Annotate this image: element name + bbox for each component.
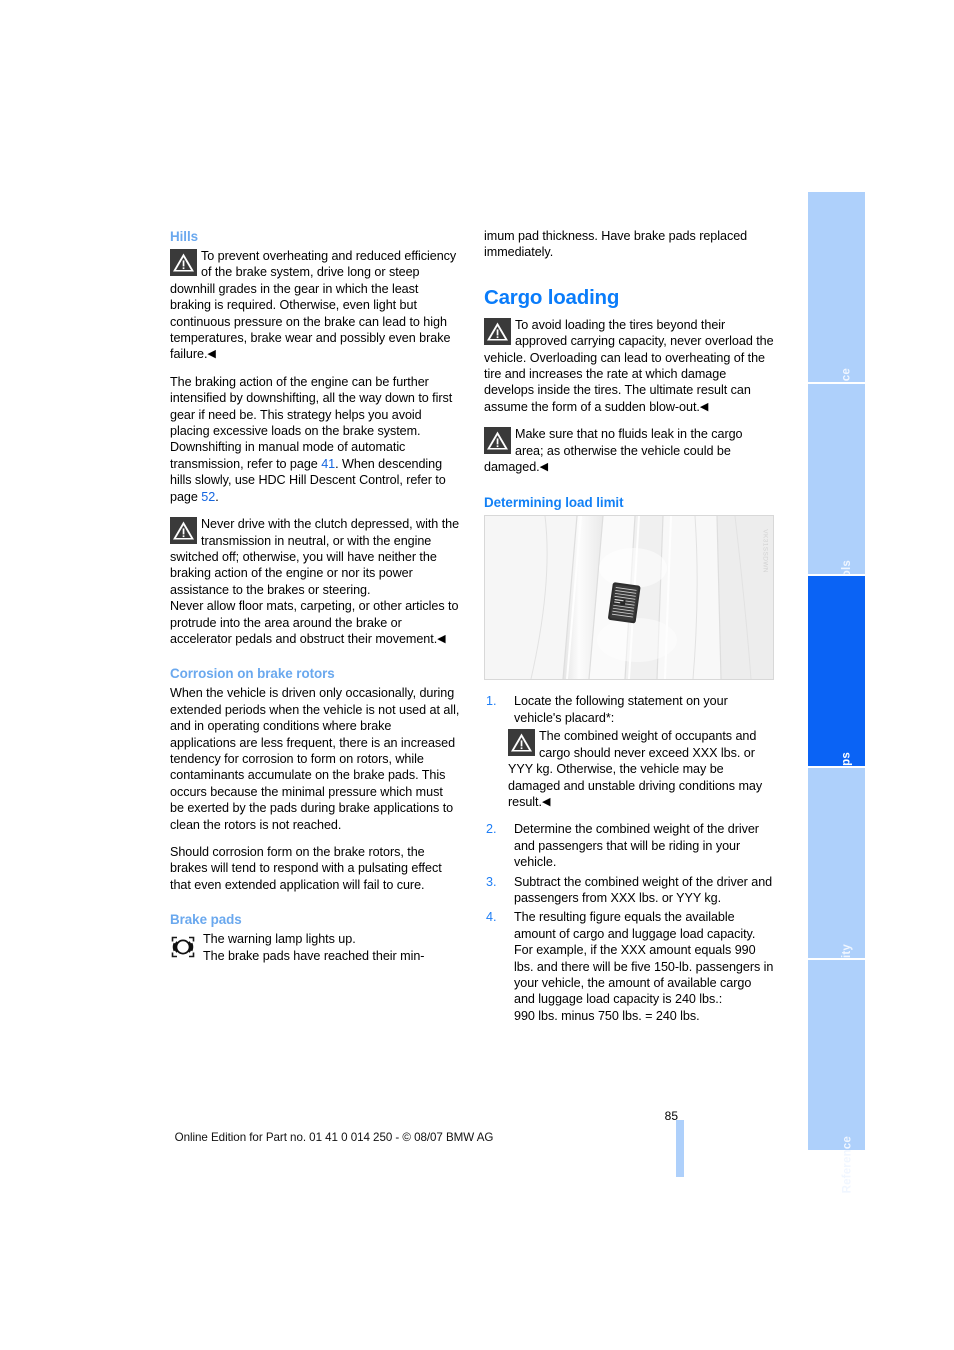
warning-triangle-icon — [484, 317, 511, 345]
thumb-index-tabs: At a glance Controls Driving tips Mobili… — [808, 192, 865, 1193]
manual-page: Hills To prevent overheating and reduced… — [0, 0, 954, 1350]
heading-cargo-loading: Cargo loading — [484, 285, 620, 309]
step-text: Determine the combined weight of the dri… — [514, 822, 759, 870]
hills-warning-text: To prevent overheating and reduced effic… — [170, 249, 457, 362]
step-text: Locate the following statement on your v… — [514, 694, 728, 725]
heading-determining-load-limit: Determining load limit — [484, 495, 624, 511]
warning-note-hills: To prevent overheating and reduced effic… — [170, 248, 460, 363]
heading-brake-pads: Brake pads — [170, 912, 242, 928]
step-text-secondary: 990 lbs. minus 750 lbs. = 240 lbs. — [514, 1008, 700, 1023]
figure-image — [484, 515, 774, 681]
warning-note-clutch: Never drive with the clutch depressed, w… — [170, 516, 460, 598]
warning-triangle-icon — [170, 517, 197, 545]
step-number: 4. — [486, 910, 497, 925]
warning-triangle-icon — [170, 249, 197, 276]
cargo-warning-1-text: To avoid loading the tires beyond their … — [484, 317, 774, 414]
list-item: 4. The resulting figure equals the avail… — [484, 909, 774, 1024]
left-text-column: Hills To prevent overheating and reduced… — [170, 228, 460, 975]
step-number: 2. — [486, 822, 497, 837]
tab-label: Reference — [841, 1136, 853, 1194]
footer-edition-notice: Online Edition for Part no. 01 41 0 014 … — [174, 1131, 494, 1144]
load-limit-steps: 1. Locate the following statement on you… — [484, 693, 774, 1024]
figure-door-placard: VK31SSDWN — [484, 515, 774, 681]
clutch-warning-text: Never drive with the clutch depressed, w… — [170, 517, 460, 597]
brake-pads-lamp-note: The warning lamp lights up. The brake pa… — [170, 931, 460, 964]
floor-mats-warning: Never allow floor mats, carpeting, or ot… — [170, 599, 459, 646]
corrosion-paragraph-1: When the vehicle is driven only occasion… — [170, 686, 460, 832]
warning-note-placard: The combined weight of occupants and car… — [508, 728, 774, 810]
end-of-warning-marker: ◀ — [437, 632, 446, 645]
step-number: 3. — [486, 874, 497, 889]
list-item: 3. Subtract the combined weight of the d… — [484, 874, 774, 907]
end-of-warning-marker: ◀ — [699, 400, 709, 413]
tab-reference[interactable]: Reference — [808, 958, 865, 1193]
brake-pads-continuation: imum pad thickness. Have brake pads repl… — [484, 229, 748, 260]
step-number: 1. — [486, 694, 497, 709]
footer-accent-bar — [676, 1120, 684, 1177]
page-reference-52[interactable]: 52 — [201, 490, 215, 504]
brake-warning-lamp-icon — [168, 932, 198, 962]
brake-pads-note-line-2: The brake pads have reached their min- — [203, 948, 425, 963]
warning-triangle-icon — [484, 427, 511, 455]
heading-corrosion-on-brake-rotors: Corrosion on brake rotors — [170, 666, 335, 682]
end-of-warning-marker: ◀ — [207, 348, 216, 361]
page-reference-41[interactable]: 41 — [321, 457, 335, 471]
end-of-warning-marker: ◀ — [539, 461, 549, 474]
right-text-column: imum pad thickness. Have brake pads repl… — [484, 228, 774, 1027]
page-number: 85 — [664, 1109, 678, 1123]
corrosion-paragraph-2: Should corrosion form on the brake rotor… — [170, 845, 442, 892]
tab-at-a-glance[interactable]: At a glance — [808, 192, 865, 432]
end-of-warning-marker: ◀ — [541, 795, 551, 808]
list-item: 2. Determine the combined weight of the … — [484, 821, 774, 870]
heading-hills: Hills — [170, 229, 199, 244]
downshifting-paragraph: The braking action of the engine can be … — [170, 374, 453, 504]
step-text: The resulting figure equals the availabl… — [514, 910, 774, 1007]
cargo-warning-2-text: Make sure that no fluids leak in the car… — [484, 427, 743, 475]
list-item: 1. Locate the following statement on you… — [484, 693, 774, 810]
tab-controls[interactable]: Controls — [808, 382, 865, 609]
warning-triangle-icon — [508, 729, 535, 757]
step-text: Subtract the combined weight of the driv… — [514, 874, 773, 905]
tab-driving-tips[interactable]: Driving tips — [808, 574, 865, 818]
tab-mobility[interactable]: Mobility — [808, 766, 865, 989]
figure-credit: VK31SSDWN — [762, 529, 769, 574]
warning-note-cargo-overload: To avoid loading the tires beyond their … — [484, 317, 774, 415]
warning-note-cargo-fluids: Make sure that no fluids leak in the car… — [484, 426, 774, 475]
brake-pads-note-line-1: The warning lamp lights up. — [203, 932, 356, 947]
